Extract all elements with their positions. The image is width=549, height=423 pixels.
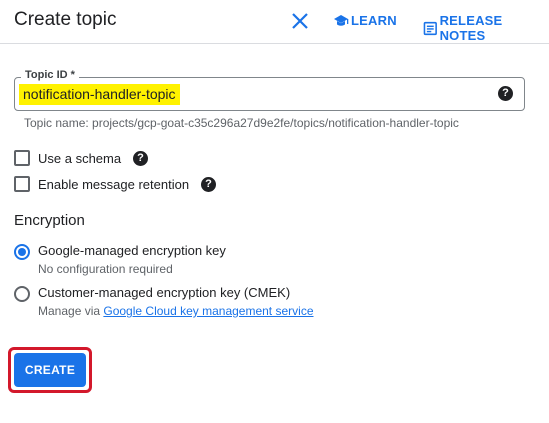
help-icon[interactable]: ? bbox=[498, 86, 513, 101]
encryption-title: Encryption bbox=[14, 212, 85, 229]
create-button[interactable]: CREATE bbox=[14, 353, 86, 387]
cmek-radio[interactable] bbox=[14, 286, 30, 302]
google-managed-key-label[interactable]: Google-managed encryption key bbox=[38, 243, 226, 258]
topic-id-label: Topic ID * bbox=[21, 69, 79, 81]
use-schema-label: Use a schema bbox=[38, 150, 122, 166]
message-retention-label: Enable message retention bbox=[38, 176, 190, 192]
help-icon[interactable]: ? bbox=[133, 151, 148, 166]
learn-label: LEARN bbox=[351, 13, 397, 28]
close-button[interactable] bbox=[289, 10, 311, 32]
message-retention-option[interactable]: Enable message retention bbox=[14, 176, 189, 192]
page-title: Create topic bbox=[14, 9, 117, 30]
close-icon bbox=[292, 13, 308, 29]
dialog-header: Create topic LEARN RELEASE NOTES bbox=[0, 0, 549, 44]
google-managed-key-description: No configuration required bbox=[38, 262, 173, 276]
learn-link[interactable]: LEARN bbox=[333, 13, 397, 28]
use-schema-checkbox[interactable] bbox=[14, 150, 30, 166]
cmek-description: Manage via Google Cloud key management s… bbox=[38, 304, 314, 318]
cmek-description-prefix: Manage via bbox=[38, 304, 104, 318]
message-retention-checkbox[interactable] bbox=[14, 176, 30, 192]
cmek-label[interactable]: Customer-managed encryption key (CMEK) bbox=[38, 285, 290, 300]
topic-id-input[interactable]: notification-handler-topic bbox=[19, 84, 180, 105]
school-icon bbox=[334, 14, 349, 26]
kms-link[interactable]: Google Cloud key management service bbox=[103, 304, 313, 318]
release-notes-link[interactable]: RELEASE NOTES bbox=[423, 13, 549, 43]
google-managed-key-radio[interactable] bbox=[14, 244, 30, 260]
release-notes-label: RELEASE NOTES bbox=[439, 13, 503, 43]
topic-name-hint: Topic name: projects/gcp-goat-c35c296a27… bbox=[24, 116, 459, 130]
use-schema-option[interactable]: Use a schema bbox=[14, 150, 121, 166]
release-notes-icon bbox=[423, 21, 437, 35]
help-icon[interactable]: ? bbox=[201, 177, 216, 192]
